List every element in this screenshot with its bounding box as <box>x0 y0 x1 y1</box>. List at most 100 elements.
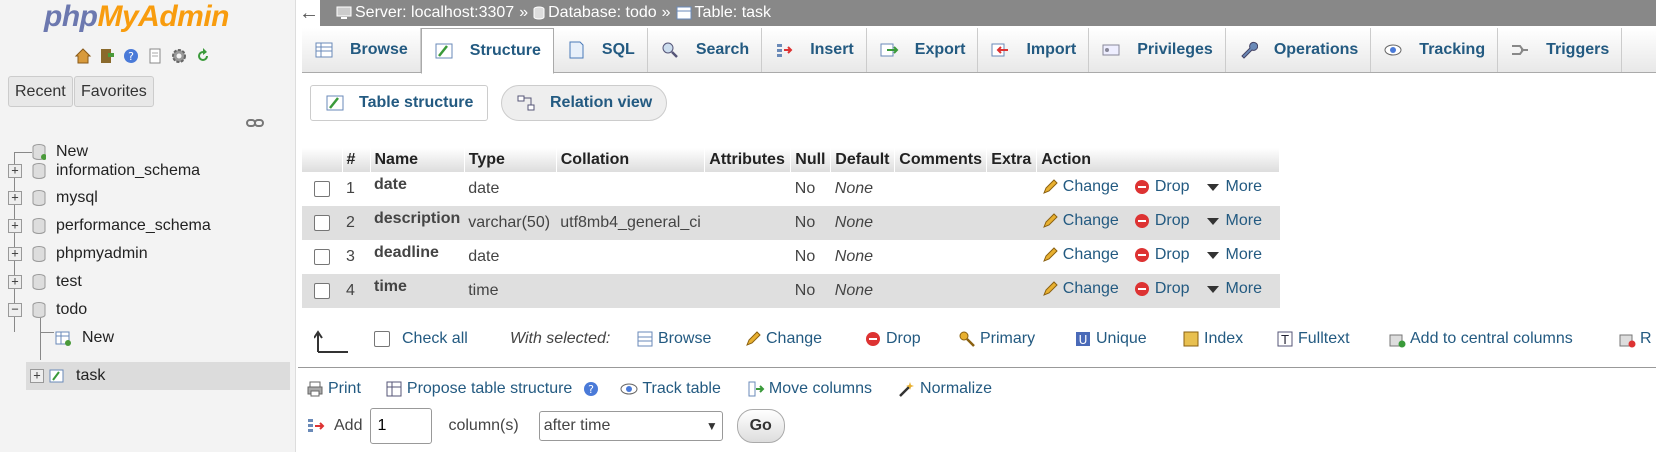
change-button[interactable]: Change <box>1041 212 1119 230</box>
print-link[interactable]: Print <box>306 380 361 398</box>
more-button[interactable]: More <box>1204 178 1262 196</box>
help-icon[interactable]: ? <box>120 46 142 66</box>
browse-icon <box>637 331 653 347</box>
collapse-nav-arrow-icon[interactable]: ← <box>298 0 320 26</box>
tab-structure[interactable]: Structure <box>420 28 554 74</box>
tab-insert[interactable]: Insert <box>762 28 867 72</box>
table-row: 4 time time No None Change Drop More <box>302 274 1280 308</box>
tab-label: Privileges <box>1137 41 1213 58</box>
bulk-primary-button[interactable]: Primary <box>958 330 1035 348</box>
bulk-remove-central-button[interactable]: R <box>1618 330 1652 348</box>
drop-button[interactable]: Drop <box>1133 178 1190 196</box>
add-column-count-input[interactable] <box>370 408 433 444</box>
track-table-link[interactable]: Track table <box>620 380 721 398</box>
link-with-main-panel-icon[interactable] <box>246 118 264 128</box>
tree-item-mysql[interactable]: mysql <box>32 184 98 212</box>
bulk-browse-button[interactable]: Browse <box>636 330 711 348</box>
change-button[interactable]: Change <box>1041 280 1119 298</box>
move-columns-link[interactable]: Move columns <box>747 380 872 398</box>
field-name: description <box>370 206 465 240</box>
column-header-name[interactable]: Name <box>370 148 465 172</box>
column-position-value: after time <box>543 417 611 434</box>
breadcrumb-database[interactable]: Database: todo <box>533 4 657 22</box>
drop-button[interactable]: Drop <box>1133 246 1190 264</box>
tab-browse[interactable]: Browse <box>302 28 421 72</box>
tree-item-task[interactable]: + task <box>26 362 290 390</box>
settings-icon[interactable] <box>168 46 190 66</box>
more-button[interactable]: More <box>1204 246 1262 264</box>
normalize-link[interactable]: Normalize <box>898 380 992 398</box>
tab-sql[interactable]: SQL <box>554 28 648 72</box>
propose-structure-link[interactable]: Propose table structure <box>385 380 572 398</box>
docs-icon[interactable] <box>144 46 166 66</box>
expand-performance-schema[interactable]: + <box>8 219 22 233</box>
expand-test[interactable]: + <box>8 275 22 289</box>
favorites-button[interactable]: Favorites <box>74 76 154 107</box>
bulk-index-button[interactable]: Index <box>1182 330 1243 348</box>
change-button[interactable]: Change <box>1041 178 1119 196</box>
tab-export[interactable]: Export <box>867 28 979 72</box>
exit-icon[interactable] <box>96 46 118 66</box>
check-all-label[interactable]: Check all <box>402 330 468 348</box>
field-collation <box>556 172 705 206</box>
expand-information-schema[interactable]: + <box>8 164 22 178</box>
tree-item-performance-schema[interactable]: performance_schema <box>32 212 211 240</box>
phpmyadmin-logo[interactable]: phpMyAdmin <box>44 0 229 34</box>
column-header-collation[interactable]: Collation <box>556 148 706 172</box>
expand-phpmyadmin[interactable]: + <box>8 247 22 261</box>
tab-privileges[interactable]: Privileges <box>1089 28 1226 72</box>
column-header-default[interactable]: Default <box>830 148 896 172</box>
row-checkbox[interactable] <box>314 214 330 231</box>
change-button[interactable]: Change <box>1041 246 1119 264</box>
column-header-comments[interactable]: Comments <box>894 148 988 172</box>
tree-item-information-schema[interactable]: information_schema <box>32 157 200 185</box>
bulk-central-columns-button[interactable]: Add to central columns <box>1388 330 1573 348</box>
tab-triggers[interactable]: Triggers <box>1498 28 1623 72</box>
go-button[interactable]: Go <box>736 409 785 443</box>
recent-button[interactable]: Recent <box>8 76 73 107</box>
tree-item-new-table[interactable]: New <box>54 324 114 352</box>
tab-tracking[interactable]: Tracking <box>1371 28 1499 72</box>
bulk-change-button[interactable]: Change <box>744 330 822 348</box>
tree-line <box>40 332 54 333</box>
reload-icon[interactable] <box>192 46 214 66</box>
tab-operations[interactable]: Operations <box>1226 28 1372 72</box>
column-header-extra[interactable]: Extra <box>986 148 1038 172</box>
subtab-relation-view[interactable]: Relation view <box>501 85 668 121</box>
bulk-fulltext-button[interactable]: T Fulltext <box>1276 330 1350 348</box>
bulk-drop-button[interactable]: Drop <box>864 330 921 348</box>
column-header-number[interactable]: # <box>342 148 371 172</box>
bulk-unique-button[interactable]: U Unique <box>1074 330 1147 348</box>
home-icon[interactable] <box>72 46 94 66</box>
more-button[interactable]: More <box>1204 280 1262 298</box>
column-header-action: Action <box>1036 148 1281 172</box>
subtab-table-structure[interactable]: Table structure <box>310 85 489 121</box>
tree-item-label: todo <box>56 301 88 318</box>
drop-button[interactable]: Drop <box>1133 280 1190 298</box>
breadcrumb-table[interactable]: Table: task <box>676 4 771 22</box>
expand-mysql[interactable]: + <box>8 191 22 205</box>
row-checkbox[interactable] <box>314 282 330 299</box>
tab-search[interactable]: Search <box>648 28 763 72</box>
collapse-todo[interactable]: − <box>8 303 22 317</box>
expand-task[interactable]: + <box>30 369 44 383</box>
column-header-type[interactable]: Type <box>464 148 557 172</box>
column-header-null[interactable]: Null <box>790 148 832 172</box>
pencil-icon <box>1042 212 1058 228</box>
drop-button[interactable]: Drop <box>1133 212 1190 230</box>
field-null: No <box>790 274 831 308</box>
column-header-attributes[interactable]: Attributes <box>704 148 792 172</box>
column-position-select[interactable]: after time ▼ <box>538 411 723 441</box>
tree-item-todo[interactable]: todo <box>32 296 87 324</box>
check-all-checkbox[interactable] <box>374 331 390 347</box>
row-checkbox[interactable] <box>314 180 330 197</box>
breadcrumb-server[interactable]: Server: localhost:3307 <box>336 4 514 22</box>
tree-item-phpmyadmin[interactable]: phpmyadmin <box>32 240 148 268</box>
more-button[interactable]: More <box>1204 212 1262 230</box>
key-icon <box>959 331 975 347</box>
help-icon[interactable]: ? <box>582 380 600 398</box>
tab-import[interactable]: Import <box>978 28 1090 72</box>
eye-icon <box>620 383 638 395</box>
tree-item-test[interactable]: test <box>32 268 82 296</box>
row-checkbox[interactable] <box>314 248 330 265</box>
